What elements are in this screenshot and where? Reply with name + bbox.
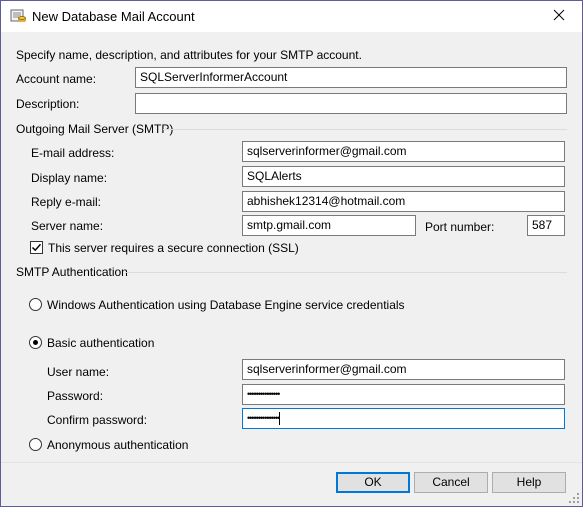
password-input[interactable]: ••••••••••••••• — [242, 384, 565, 405]
confirm-password-input[interactable]: ••••••••••••••• — [242, 408, 565, 429]
close-button[interactable] — [536, 1, 582, 32]
reply-email-label: Reply e-mail: — [31, 195, 102, 209]
auth-group-divider — [125, 272, 567, 273]
basic-auth-radio[interactable] — [29, 336, 42, 349]
windows-auth-label[interactable]: Windows Authentication using Database En… — [47, 298, 405, 312]
anonymous-auth-label[interactable]: Anonymous authentication — [47, 438, 188, 452]
smtp-auth-group-label: SMTP Authentication — [16, 265, 128, 279]
description-input[interactable] — [135, 93, 567, 114]
reply-email-input[interactable]: abhishek12314@hotmail.com — [242, 191, 565, 212]
checkmark-icon — [31, 243, 42, 252]
confirm-password-value: ••••••••••••••• — [247, 413, 280, 423]
radio-selected-dot — [33, 340, 38, 345]
anonymous-auth-radio[interactable] — [29, 438, 42, 451]
smtp-group-label: Outgoing Mail Server (SMTP) — [16, 122, 174, 136]
username-label: User name: — [47, 365, 110, 379]
ssl-checkbox[interactable] — [30, 241, 43, 254]
new-database-mail-account-dialog: New Database Mail Account Specify name, … — [0, 0, 583, 507]
display-name-input[interactable]: SQLAlerts — [242, 166, 565, 187]
smtp-group-divider — [163, 129, 567, 130]
email-address-label: E-mail address: — [31, 146, 115, 160]
server-name-input[interactable]: smtp.gmail.com — [242, 215, 416, 236]
text-caret — [279, 412, 281, 426]
display-name-label: Display name: — [31, 171, 108, 185]
close-icon — [553, 9, 565, 24]
resize-grip-icon[interactable] — [568, 492, 580, 504]
help-button[interactable]: Help — [492, 472, 566, 493]
window-title: New Database Mail Account — [32, 9, 195, 24]
username-input[interactable]: sqlserverinformer@gmail.com — [242, 359, 565, 380]
title-bar: New Database Mail Account — [1, 1, 582, 32]
email-address-input[interactable]: sqlserverinformer@gmail.com — [242, 141, 565, 162]
footer-divider — [1, 462, 582, 463]
password-label: Password: — [47, 389, 104, 403]
confirm-password-label: Confirm password: — [47, 413, 148, 427]
ok-button[interactable]: OK — [336, 472, 410, 493]
cancel-button[interactable]: Cancel — [414, 472, 488, 493]
account-name-label: Account name: — [16, 72, 97, 86]
database-mail-icon — [10, 8, 26, 24]
port-number-label: Port number: — [425, 220, 495, 234]
server-name-label: Server name: — [31, 219, 104, 233]
description-label: Description: — [16, 97, 80, 111]
intro-text: Specify name, description, and attribute… — [16, 48, 362, 62]
windows-auth-radio[interactable] — [29, 298, 42, 311]
account-name-input[interactable]: SQLServerInformerAccount — [135, 67, 567, 88]
basic-auth-label[interactable]: Basic authentication — [47, 336, 154, 350]
ssl-label[interactable]: This server requires a secure connection… — [48, 241, 299, 255]
port-number-input[interactable]: 587 — [527, 215, 565, 236]
